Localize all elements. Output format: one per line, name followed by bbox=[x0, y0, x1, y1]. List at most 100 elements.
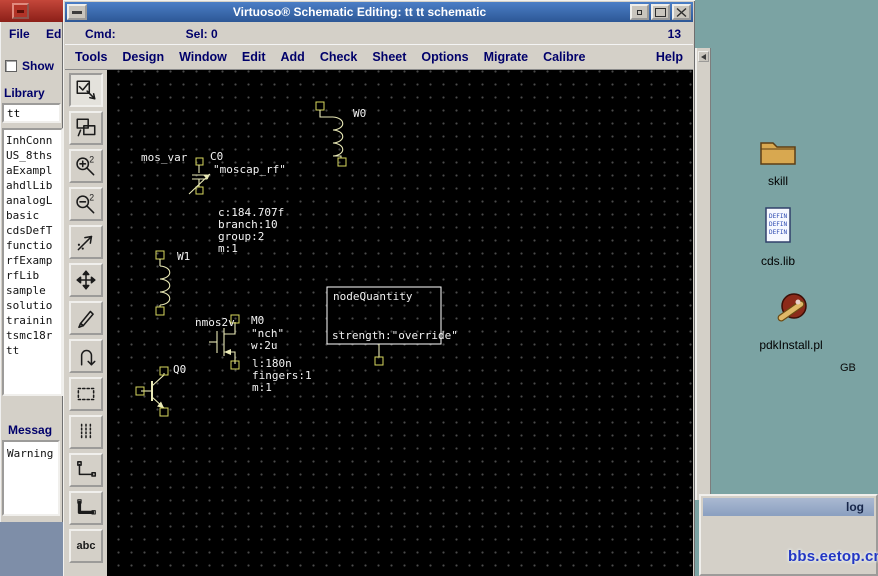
rotate-icon bbox=[80, 349, 96, 366]
descend-icon bbox=[76, 118, 96, 137]
toolbar-descend-button[interactable] bbox=[69, 111, 103, 145]
menu-help[interactable]: Help bbox=[656, 50, 683, 64]
list-item[interactable]: aExampl bbox=[6, 163, 59, 178]
minimize-icon bbox=[637, 9, 642, 15]
list-item[interactable]: cdsDefT bbox=[6, 223, 59, 238]
menu-tools[interactable]: Tools bbox=[75, 50, 107, 64]
pen-icon bbox=[78, 310, 94, 329]
note-title: nodeQuantity bbox=[333, 290, 413, 303]
toolbar-select-button[interactable] bbox=[69, 73, 103, 107]
window-menu-icon bbox=[72, 10, 82, 14]
background-scrollbar-strip[interactable] bbox=[695, 48, 711, 500]
menu-window[interactable]: Window bbox=[179, 50, 227, 64]
list-item[interactable]: rfLib bbox=[6, 268, 59, 283]
close-icon bbox=[676, 7, 687, 17]
desktop-icon-skill[interactable]: skill bbox=[748, 136, 808, 188]
property-label: m:1 bbox=[252, 381, 272, 394]
desktop-icon-pdkinstall[interactable]: pdkInstall.pl bbox=[748, 288, 834, 352]
list-item[interactable]: trainin bbox=[6, 313, 59, 328]
zoom-in-icon: 2 bbox=[76, 155, 95, 176]
list-item[interactable]: tt bbox=[6, 343, 59, 358]
toolbar-zoom-out-button[interactable]: 2 bbox=[69, 187, 103, 221]
zoom-out-icon: 2 bbox=[76, 193, 95, 214]
window-menu-button[interactable] bbox=[67, 4, 87, 20]
toolbar-stretch-button[interactable] bbox=[69, 377, 103, 411]
document-icon: DEFIN DEFIN DEFIN bbox=[765, 207, 791, 243]
maximize-button[interactable] bbox=[651, 4, 670, 20]
list-item[interactable]: analogL bbox=[6, 193, 59, 208]
toolbar-pan-button[interactable] bbox=[69, 225, 103, 259]
script-icon bbox=[777, 293, 807, 322]
list-item[interactable]: tsmc18r bbox=[6, 328, 59, 343]
varactor-c0-symbol[interactable] bbox=[188, 157, 211, 195]
menu-edit[interactable]: Edit bbox=[242, 50, 266, 64]
status-bar: Cmd: Sel: 0 13 bbox=[65, 24, 693, 44]
inductor-w0-symbol[interactable] bbox=[315, 101, 347, 167]
log-window-titlebar[interactable]: log bbox=[703, 498, 874, 516]
schematic-canvas[interactable]: W0 mos_var C0 "moscap_rf" c:184.707f bra… bbox=[107, 70, 693, 576]
toolbar-label-button[interactable]: abc bbox=[69, 529, 103, 563]
messages-label: Messag bbox=[8, 423, 53, 437]
toolbar-rotate-button[interactable] bbox=[69, 339, 103, 373]
minimize-icon bbox=[17, 10, 24, 13]
svg-text:DEFIN: DEFIN bbox=[769, 221, 787, 228]
list-item[interactable]: ahdlLib bbox=[6, 178, 59, 193]
toolbar-move-button[interactable] bbox=[69, 263, 103, 297]
status-counter: 13 bbox=[667, 27, 681, 41]
list-item[interactable]: functio bbox=[6, 238, 59, 253]
minimize-button[interactable] bbox=[630, 4, 649, 20]
cell-lib-label: nmos2v bbox=[195, 316, 235, 329]
list-item[interactable]: sample bbox=[6, 283, 59, 298]
menu-design[interactable]: Design bbox=[122, 50, 164, 64]
toolbar-ruler-button[interactable] bbox=[69, 415, 103, 449]
show-checkbox-label: Show bbox=[22, 59, 54, 73]
cell-name-label: "moscap_rf" bbox=[213, 163, 286, 176]
toolbar-zoom-in-button[interactable]: 2 bbox=[69, 149, 103, 183]
list-item[interactable]: InhConn bbox=[6, 133, 59, 148]
list-item[interactable]: US_8ths bbox=[6, 148, 59, 163]
svg-text:DEFIN: DEFIN bbox=[769, 213, 787, 220]
note-text: strength:"override" bbox=[332, 329, 458, 342]
list-item[interactable]: basic bbox=[6, 208, 59, 223]
show-checkbox[interactable] bbox=[5, 60, 17, 72]
icon-label: cds.lib bbox=[760, 254, 795, 268]
tool-palette: 2 2 abc bbox=[65, 70, 107, 576]
ruler-icon bbox=[80, 423, 92, 441]
close-button[interactable] bbox=[672, 4, 691, 20]
bjt-q0-symbol[interactable] bbox=[135, 366, 169, 417]
pan-arrow-icon bbox=[77, 235, 93, 251]
list-item[interactable]: rfExamp bbox=[6, 253, 59, 268]
toolbar-draw-button[interactable] bbox=[69, 301, 103, 335]
edit-menu[interactable]: Ed bbox=[46, 27, 61, 41]
menu-options[interactable]: Options bbox=[421, 50, 468, 64]
desktop-icon-cdslib[interactable]: DEFIN DEFIN DEFIN cds.lib bbox=[746, 206, 810, 268]
menu-sheet[interactable]: Sheet bbox=[372, 50, 406, 64]
toolbar-wide-wire-button[interactable] bbox=[69, 491, 103, 525]
virtuoso-titlebar[interactable]: Virtuoso® Schematic Editing: tt tt schem… bbox=[65, 2, 693, 22]
partial-icon-label: GB bbox=[840, 362, 856, 374]
desktop: { "library_window": { "menu": { "file": … bbox=[0, 0, 878, 576]
cmd-label: Cmd: bbox=[85, 27, 116, 41]
toolbar-wire-button[interactable] bbox=[69, 453, 103, 487]
list-item[interactable]: solutio bbox=[6, 298, 59, 313]
label-tool-text: abc bbox=[76, 540, 96, 552]
maximize-icon bbox=[655, 7, 666, 17]
minimize-button[interactable] bbox=[12, 3, 29, 19]
menu-add[interactable]: Add bbox=[281, 50, 305, 64]
menu-calibre[interactable]: Calibre bbox=[543, 50, 585, 64]
menu-check[interactable]: Check bbox=[320, 50, 358, 64]
file-menu[interactable]: File bbox=[9, 27, 30, 41]
messages-list[interactable]: Warning bbox=[2, 440, 60, 516]
instance-label: W0 bbox=[353, 107, 366, 120]
library-list[interactable]: InhConn US_8ths aExampl ahdlLib analogL … bbox=[2, 128, 63, 396]
scroll-arrow-button[interactable] bbox=[698, 51, 709, 62]
move-icon bbox=[76, 270, 96, 290]
inductor-w1-symbol[interactable] bbox=[155, 250, 171, 316]
library-filter-input[interactable]: tt bbox=[2, 103, 61, 123]
library-manager-titlebar[interactable] bbox=[0, 0, 63, 22]
window-title: Virtuoso® Schematic Editing: tt tt schem… bbox=[232, 5, 487, 19]
svg-text:2: 2 bbox=[89, 193, 94, 203]
folder-icon bbox=[760, 142, 796, 165]
background-window-fragment bbox=[0, 522, 63, 576]
menu-migrate[interactable]: Migrate bbox=[484, 50, 528, 64]
